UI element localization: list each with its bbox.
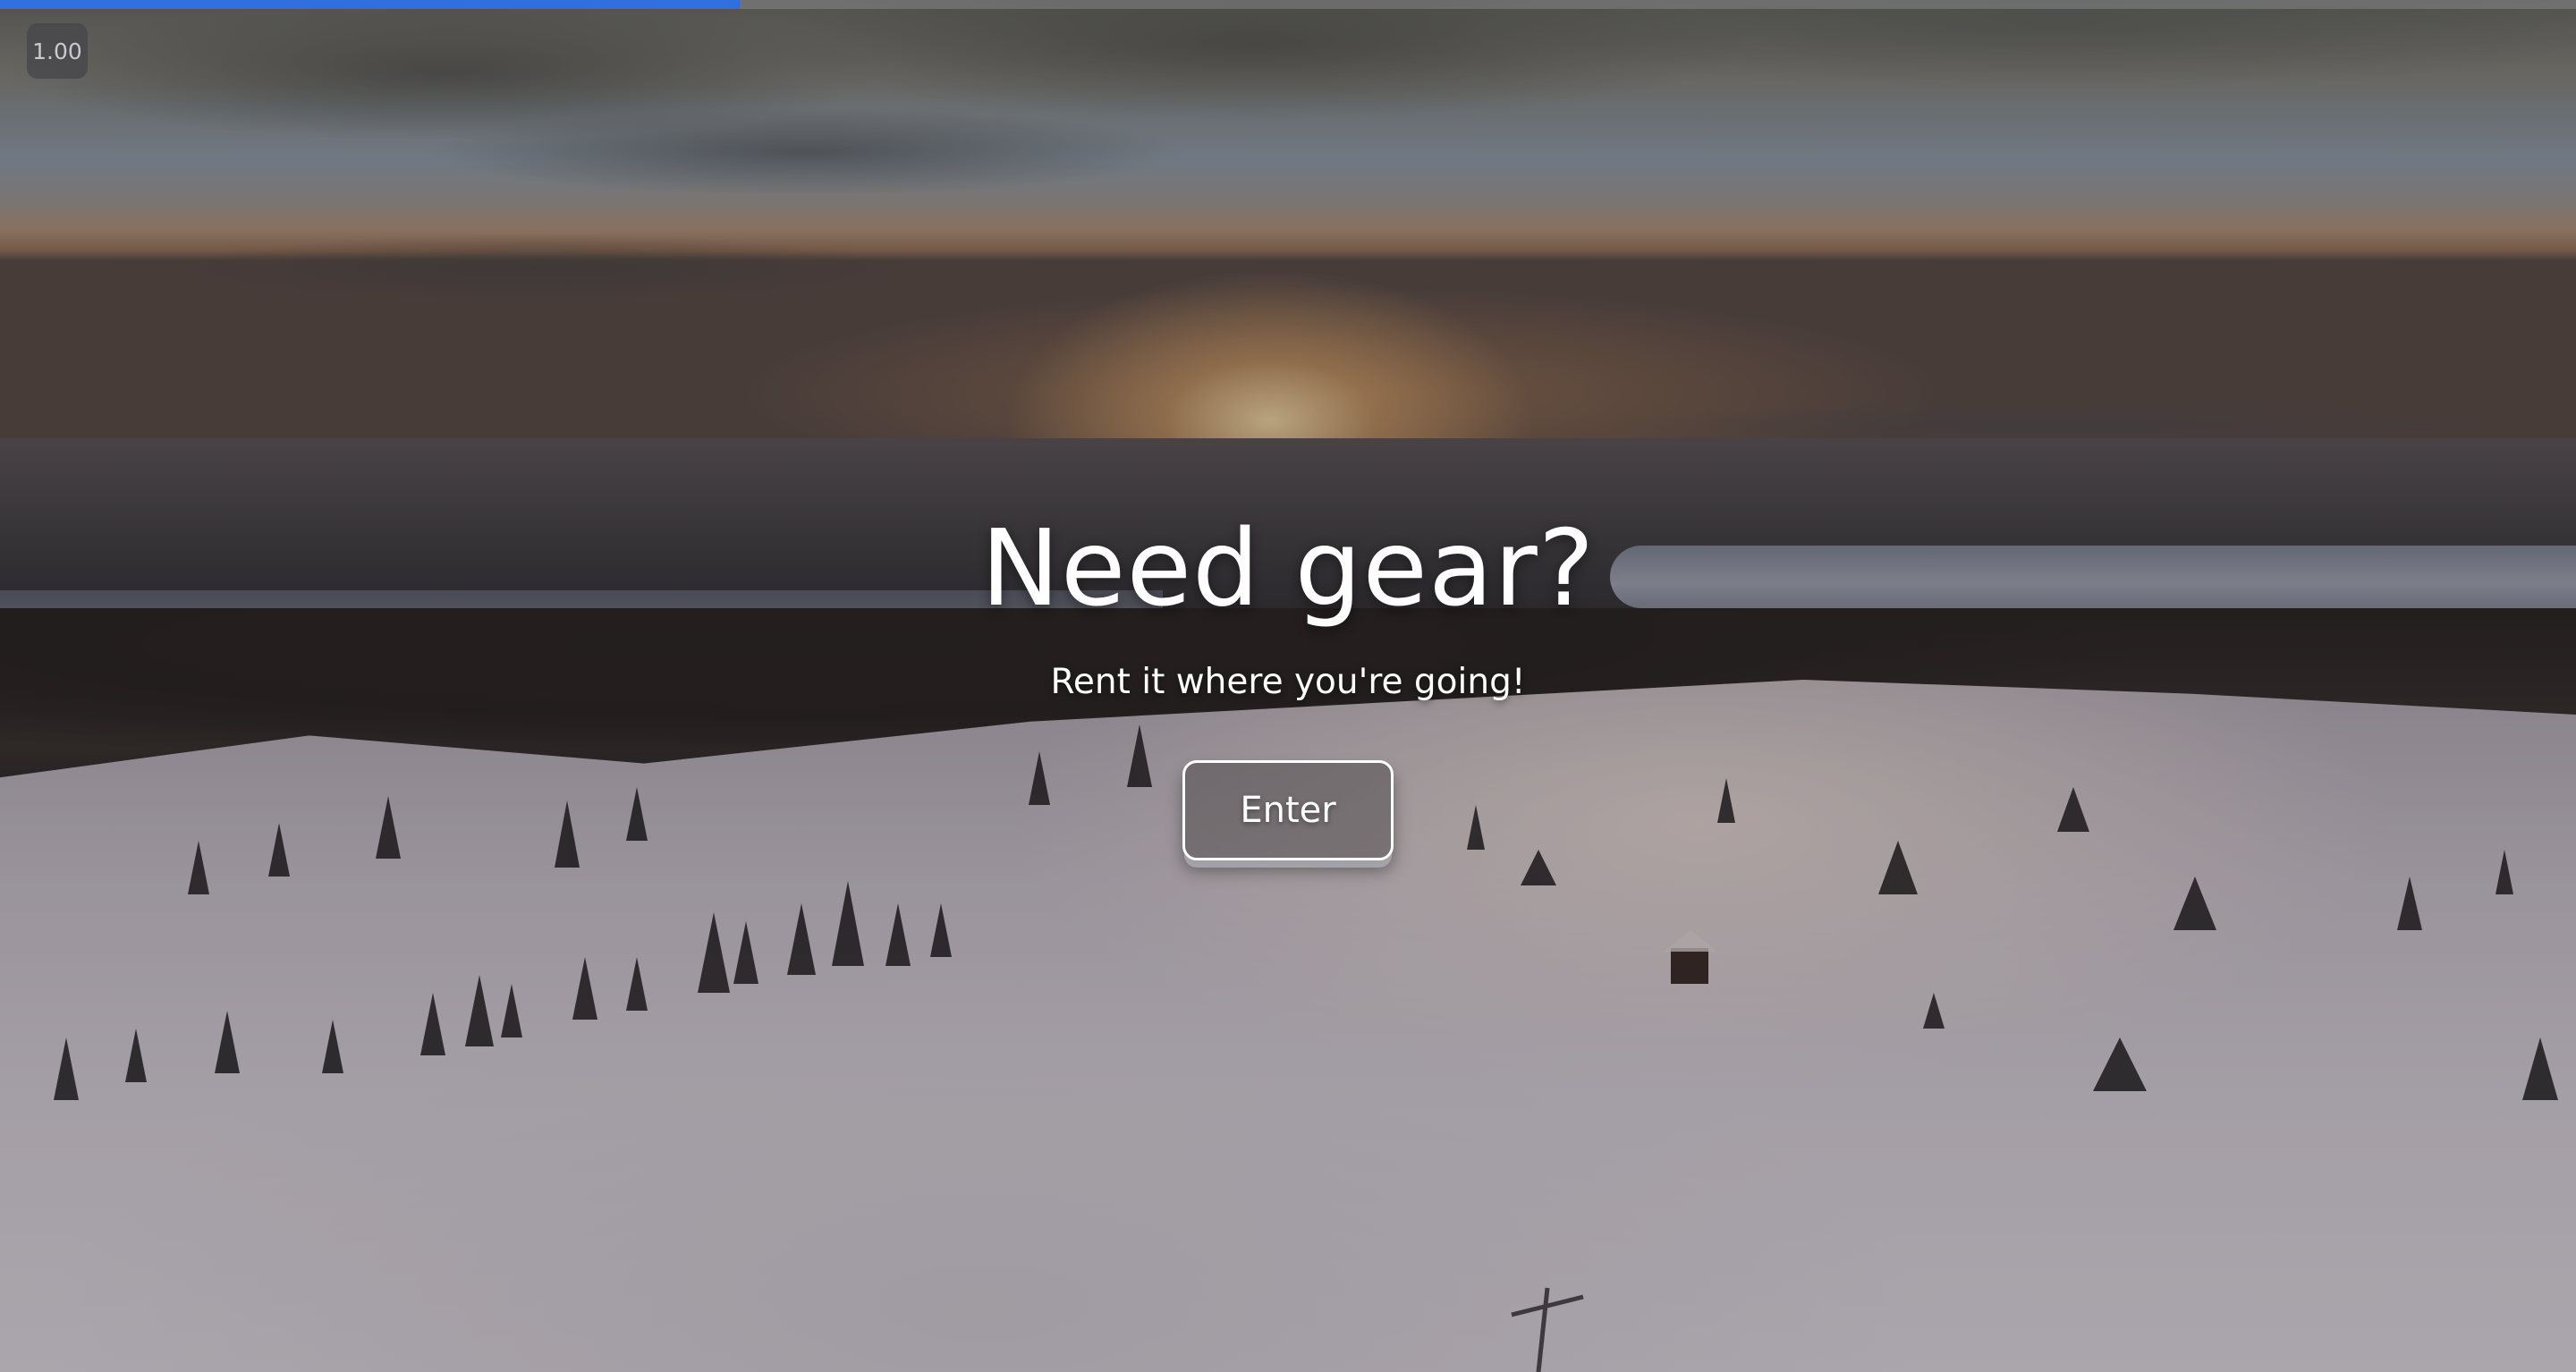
page-title: Need gear? [980, 506, 1596, 630]
landing-page: 1.00 Need gear? Rent it where you're goi… [0, 0, 2576, 1372]
page-subtitle: Rent it where you're going! [1050, 662, 1526, 702]
enter-button[interactable]: Enter [1182, 760, 1394, 860]
progress-bar [0, 0, 2576, 9]
hero-section: Need gear? Rent it where you're going! [0, 501, 2576, 705]
zoom-level-badge[interactable]: 1.00 [27, 23, 88, 79]
progress-fill [0, 0, 740, 9]
